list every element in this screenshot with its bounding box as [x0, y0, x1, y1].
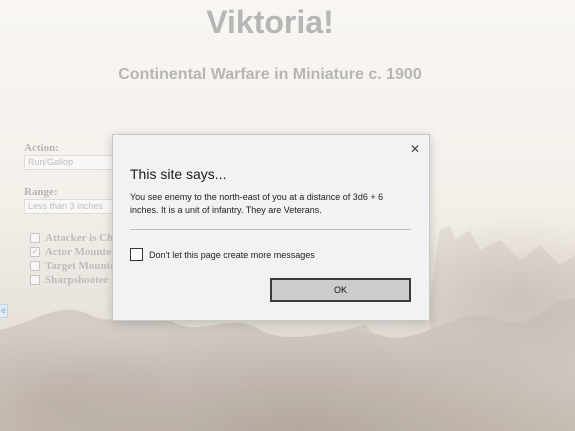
dialog-message: You see enemy to the north-east of you a…: [130, 192, 384, 215]
suppress-messages-label: Don't let this page create more messages: [149, 249, 315, 260]
suppress-messages-row[interactable]: Don't let this page create more messages: [130, 248, 315, 261]
dialog-title: This site says...: [130, 166, 227, 182]
dialog-divider: [130, 229, 411, 230]
close-icon[interactable]: ✕: [409, 143, 421, 155]
alert-dialog: ✕ This site says... You see enemy to the…: [112, 134, 430, 321]
suppress-messages-checkbox[interactable]: [130, 248, 143, 261]
ok-button[interactable]: OK: [270, 278, 411, 302]
